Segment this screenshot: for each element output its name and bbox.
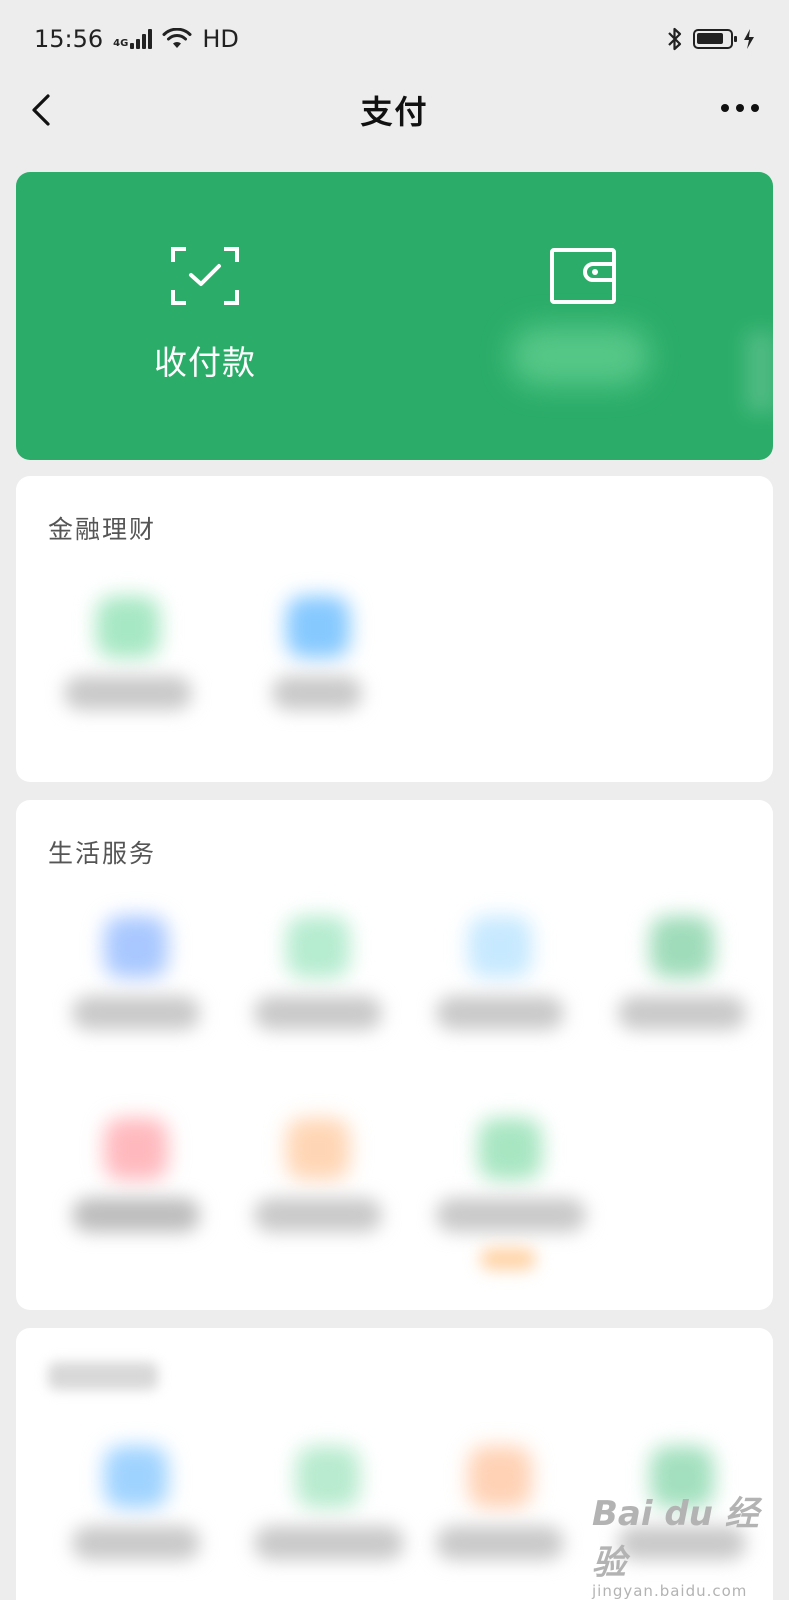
partner-tile-label — [436, 1526, 564, 1560]
wallet-balance-blurred — [510, 326, 650, 386]
finance-tile-2[interactable] — [238, 596, 398, 736]
service-tile-2[interactable] — [238, 916, 398, 1056]
network-type: 4G — [113, 38, 129, 49]
receive-pay-label: 收付款 — [154, 343, 256, 382]
life-services-section: 生活服务 — [16, 800, 773, 1310]
service-tile-5[interactable] — [56, 1118, 216, 1258]
life-services-section-title: 生活服务 — [48, 839, 157, 868]
partner-tile-icon — [296, 1446, 360, 1508]
finance-section: 金融理财 — [16, 476, 773, 782]
service-tile-icon — [286, 916, 350, 978]
wifi-icon — [162, 28, 192, 48]
status-time: 15:56 — [34, 25, 104, 53]
service-tile-7[interactable] — [420, 1118, 600, 1270]
status-left: 15:56 4G HD — [34, 25, 239, 53]
more-options-icon[interactable] — [721, 104, 759, 112]
partner-tile-2[interactable] — [238, 1446, 418, 1586]
partner-tile-icon — [104, 1446, 168, 1508]
watermark-main: Bai du 经验 — [592, 1494, 759, 1583]
service-tile-icon — [104, 1118, 168, 1180]
service-tile-label — [436, 996, 564, 1030]
battery-icon — [693, 29, 737, 49]
finance-tile-icon — [286, 596, 350, 658]
finance-tile-1[interactable] — [48, 596, 208, 736]
watermark-url: jingyan.baidu.com — [592, 1582, 748, 1600]
bluetooth-icon — [668, 27, 682, 51]
wallet-icon — [550, 248, 616, 304]
finance-section-title: 金融理财 — [48, 515, 157, 544]
status-bar: 15:56 4G HD — [0, 0, 789, 78]
service-tile-icon — [478, 1118, 542, 1180]
service-tile-label — [72, 996, 200, 1030]
scan-check-icon — [171, 247, 239, 305]
charging-icon — [744, 29, 754, 49]
service-tile-label — [254, 996, 382, 1030]
service-tile-icon — [468, 916, 532, 978]
cellular-signal-icon: 4G — [113, 29, 153, 49]
service-tile-6[interactable] — [238, 1118, 398, 1258]
navigation-bar: 支付 — [0, 78, 789, 142]
finance-tile-icon — [96, 596, 160, 658]
partner-tile-label — [72, 1526, 200, 1560]
partner-tile-label — [254, 1526, 404, 1560]
service-tile-label — [618, 996, 746, 1030]
service-tile-label — [436, 1198, 586, 1232]
back-arrow-icon[interactable] — [24, 90, 64, 130]
finance-tile-label — [272, 676, 362, 710]
partner-tile-3[interactable] — [420, 1446, 580, 1586]
service-tile-badge — [480, 1248, 536, 1270]
finance-tile-label — [64, 676, 192, 710]
service-tile-icon — [286, 1118, 350, 1180]
service-tile-4[interactable] — [602, 916, 762, 1056]
wechat-pay-page: 15:56 4G HD 支付 收付款 金融理财 生活服务 Bai du 经验 j… — [0, 0, 789, 1600]
wallet-button[interactable] — [394, 172, 772, 460]
partner-tile-1[interactable] — [56, 1446, 216, 1586]
third-party-section-title — [48, 1362, 158, 1390]
status-right — [667, 26, 755, 52]
service-tile-icon — [650, 916, 714, 978]
watermark-logo: Bai du 经验 jingyan.baidu.com — [592, 1486, 772, 1600]
service-tile-1[interactable] — [56, 916, 216, 1056]
partner-tile-icon — [468, 1446, 532, 1508]
service-tile-label — [72, 1198, 200, 1232]
card-edge-blur — [746, 332, 773, 412]
page-title: 支付 — [360, 93, 429, 131]
service-tile-icon — [104, 916, 168, 978]
service-tile-3[interactable] — [420, 916, 580, 1056]
pay-card: 收付款 — [16, 172, 773, 460]
service-tile-label — [254, 1198, 382, 1232]
receive-pay-button[interactable]: 收付款 — [16, 172, 394, 460]
hd-badge: HD — [202, 25, 239, 53]
